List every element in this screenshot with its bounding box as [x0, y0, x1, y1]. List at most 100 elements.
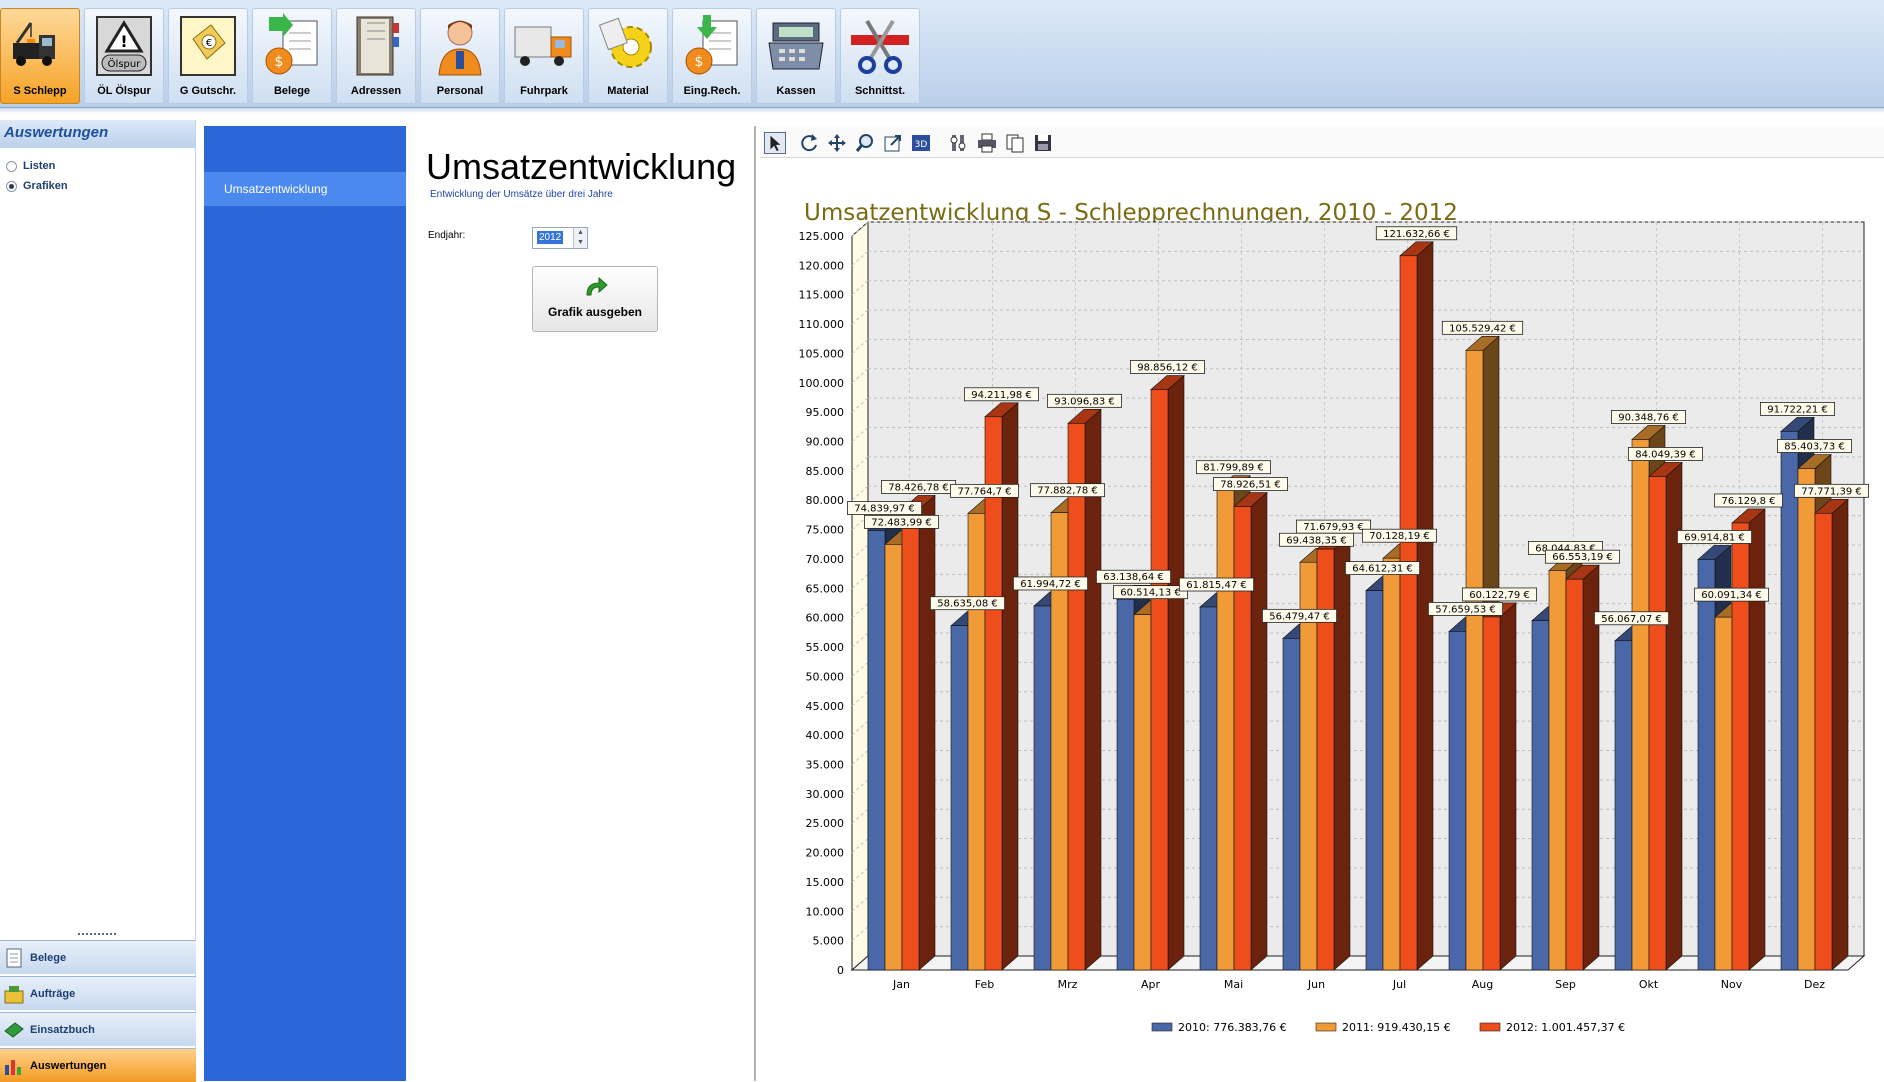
bar[interactable] — [1614, 640, 1633, 971]
toolbar-button-belege[interactable]: $ Belege — [252, 8, 332, 104]
toolbar-button-personal[interactable]: Personal — [420, 8, 500, 104]
grafik-button-label: Grafik ausgeben — [547, 305, 643, 319]
bar[interactable] — [1150, 389, 1169, 971]
oil-warning-icon: ! Ölspur — [96, 16, 152, 76]
menu-item-umsatzentwicklung[interactable]: Umsatzentwicklung — [204, 172, 406, 206]
orders-icon — [4, 986, 24, 1004]
data-label: 63.138,64 € — [1103, 572, 1163, 583]
grafik-ausgeben-button[interactable]: Grafik ausgeben — [532, 266, 658, 332]
bar[interactable] — [1133, 614, 1152, 971]
y-tick-label: 85.000 — [806, 465, 845, 478]
bar[interactable] — [967, 513, 986, 971]
spin-down-icon[interactable]: ▼ — [574, 238, 587, 248]
truck-icon — [514, 26, 572, 66]
parameter-panel: Umsatzentwicklung Entwicklung der Umsätz… — [406, 126, 756, 1081]
data-label: 61.815,47 € — [1186, 580, 1246, 591]
bar[interactable] — [1116, 598, 1135, 971]
data-label: 77.882,78 € — [1037, 486, 1097, 497]
nav-item-label: Auswertungen — [30, 1059, 107, 1072]
legend-swatch — [1479, 1022, 1501, 1032]
spinner-buttons[interactable]: ▲ ▼ — [573, 228, 587, 248]
x-tick-label: Feb — [975, 978, 994, 991]
legend-swatch — [1315, 1022, 1337, 1032]
nav-item-einsatzbuch[interactable]: Einsatzbuch — [0, 1012, 196, 1046]
bar[interactable] — [984, 416, 1003, 971]
data-label: 66.553,19 € — [1552, 552, 1612, 563]
toolbar-button-adressen[interactable]: Adressen — [336, 8, 416, 104]
toolbar-button-schnittstelle[interactable]: Schnittst. — [840, 8, 920, 104]
radio-button[interactable] — [6, 180, 17, 192]
data-label: 105.529,42 € — [1449, 323, 1516, 334]
bar[interactable] — [1199, 606, 1218, 971]
bar[interactable] — [1797, 468, 1816, 971]
bar[interactable] — [1399, 255, 1418, 971]
bar[interactable] — [1714, 616, 1733, 971]
bar[interactable] — [1780, 431, 1799, 971]
x-tick-label: Aug — [1472, 978, 1493, 991]
y-tick-label: 25.000 — [806, 817, 845, 830]
toolbar-button-kassen[interactable]: Kassen — [756, 8, 836, 104]
bar[interactable] — [1814, 513, 1833, 971]
bar[interactable] — [1697, 559, 1716, 971]
bar[interactable] — [1565, 578, 1584, 971]
data-label: 76.129,8 € — [1721, 496, 1775, 507]
bar[interactable] — [1531, 620, 1550, 971]
bar[interactable] — [884, 544, 903, 971]
bar-side — [1831, 498, 1849, 971]
bar[interactable] — [1631, 439, 1650, 971]
nav-header: Auswertungen — [0, 120, 195, 148]
bar[interactable] — [1448, 631, 1467, 971]
data-label: 77.771,39 € — [1801, 486, 1861, 497]
bar-side — [1250, 491, 1268, 971]
bar[interactable] — [1465, 350, 1484, 971]
section-menu: Umsatzentwicklung — [204, 126, 406, 1081]
data-label: 84.049,39 € — [1635, 449, 1695, 460]
nav-item-label: Belege — [30, 951, 67, 964]
toolbar-button-oelspur[interactable]: ! Ölspur ÖL Ölspur — [84, 8, 164, 104]
data-label: 93.096,83 € — [1054, 396, 1114, 407]
nav-item-auftraege[interactable]: Aufträge — [0, 976, 196, 1010]
bar[interactable] — [1233, 506, 1252, 971]
radio-listen[interactable]: Listen — [6, 158, 55, 174]
toolbar-label: Adressen — [350, 85, 402, 97]
data-label: 90.348,76 € — [1618, 412, 1678, 423]
nav-item-auswertungen[interactable]: Auswertungen — [0, 1048, 196, 1082]
main-toolbar: S Schlepp ! Ölspur ÖL Ölspur € G Gutschr… — [0, 0, 1884, 113]
bar[interactable] — [901, 509, 920, 971]
data-label: 94.211,98 € — [971, 390, 1031, 401]
bar[interactable] — [1382, 557, 1401, 971]
data-label: 57.659,53 € — [1435, 604, 1495, 615]
bar[interactable] — [1548, 570, 1567, 971]
toolbar-button-material[interactable]: Material — [588, 8, 668, 104]
toolbar-button-gutschrift[interactable]: € G Gutschr. — [168, 8, 248, 104]
data-label: 81.799,89 € — [1203, 463, 1263, 474]
bar[interactable] — [867, 530, 886, 971]
receipt-money-icon: $ — [265, 13, 318, 75]
bar[interactable] — [1482, 616, 1501, 971]
bar[interactable] — [1299, 561, 1318, 971]
radio-button[interactable] — [6, 160, 17, 172]
bar[interactable] — [1282, 638, 1301, 971]
nav-splitter-handle[interactable] — [78, 933, 116, 936]
bar-side — [1333, 534, 1351, 971]
bar[interactable] — [1067, 423, 1086, 971]
bar[interactable] — [1033, 605, 1052, 971]
endjahr-value[interactable]: 2012 — [537, 231, 564, 244]
spin-up-icon[interactable]: ▲ — [574, 228, 587, 238]
bar[interactable] — [1365, 590, 1384, 971]
y-tick-label: 50.000 — [806, 670, 845, 683]
toolbar-button-fuhrpark[interactable]: Fuhrpark — [504, 8, 584, 104]
nav-item-belege[interactable]: Belege — [0, 940, 196, 974]
bar[interactable] — [1216, 489, 1235, 971]
toolbar-button-eingangsrechnung[interactable]: $ Eing.Rech. — [672, 8, 752, 104]
nav-item-label: Einsatzbuch — [30, 1023, 95, 1036]
x-tick-label: Jul — [1392, 978, 1406, 991]
x-tick-label: Jun — [1307, 978, 1325, 991]
radio-grafiken[interactable]: Grafiken — [6, 178, 68, 194]
endjahr-spinner[interactable]: 2012 ▲ ▼ — [532, 227, 588, 249]
data-label: 98.856,12 € — [1137, 363, 1197, 374]
bar[interactable] — [950, 625, 969, 971]
toolbar-button-schlepp[interactable]: S Schlepp — [0, 8, 80, 104]
bar[interactable] — [1648, 476, 1667, 971]
y-tick-label: 35.000 — [806, 758, 845, 771]
